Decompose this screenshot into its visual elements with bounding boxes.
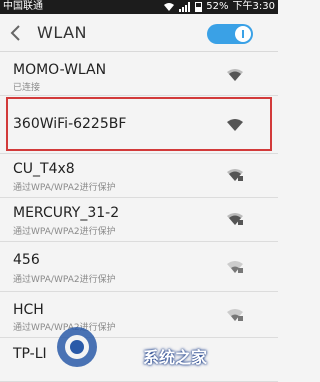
network-name: HCH bbox=[13, 302, 44, 318]
network-status: 通过WPA/WPA2进行保护 bbox=[13, 275, 116, 285]
list-item[interactable]: TP-LI bbox=[0, 338, 278, 382]
network-name: MOMO-WLAN bbox=[13, 62, 107, 78]
network-status: 通过WPA/WPA2进行保护 bbox=[13, 323, 116, 333]
network-name: MERCURY_31-2 bbox=[13, 205, 120, 221]
network-name: 360WiFi-6225BF bbox=[13, 116, 127, 132]
list-item[interactable]: 456 通过WPA/WPA2进行保护 bbox=[0, 242, 278, 292]
list-item[interactable]: HCH 通过WPA/WPA2进行保护 bbox=[0, 292, 278, 338]
network-name: TP-LI bbox=[13, 346, 47, 362]
carrier-label: 中国联通 bbox=[3, 1, 43, 12]
status-wifi-icon bbox=[164, 3, 175, 11]
wifi-lock-icon bbox=[227, 261, 243, 273]
page-title: WLAN bbox=[37, 23, 88, 42]
network-status: 通过WPA/WPA2进行保护 bbox=[13, 183, 116, 193]
list-item[interactable]: 360WiFi-6225BF bbox=[0, 96, 278, 154]
wifi-icon bbox=[227, 69, 243, 81]
wifi-lock-icon bbox=[227, 213, 243, 225]
wifi-icon bbox=[227, 119, 243, 131]
toggle-knob bbox=[235, 26, 251, 42]
status-bar: 中国联通 52% 下午3:30 bbox=[0, 0, 278, 14]
list-item[interactable]: MERCURY_31-2 通过WPA/WPA2进行保护 bbox=[0, 198, 278, 242]
network-status: 通过WPA/WPA2进行保护 bbox=[13, 227, 116, 237]
list-item[interactable]: MOMO-WLAN 已连接 bbox=[0, 52, 278, 96]
back-button[interactable] bbox=[4, 21, 28, 45]
chevron-left-icon bbox=[10, 25, 20, 41]
clock: 下午3:30 bbox=[232, 1, 275, 12]
wifi-lock-icon bbox=[227, 169, 243, 181]
network-name: CU_T4x8 bbox=[13, 161, 75, 177]
wifi-lock-icon bbox=[227, 309, 243, 321]
wlan-toggle[interactable] bbox=[207, 24, 253, 44]
battery-icon bbox=[195, 2, 203, 12]
network-name: 456 bbox=[13, 252, 40, 268]
battery-percent: 52% bbox=[206, 1, 229, 12]
list-item[interactable]: CU_T4x8 通过WPA/WPA2进行保护 bbox=[0, 154, 278, 198]
status-bar-right: 52% 下午3:30 bbox=[163, 0, 275, 14]
network-status: 已连接 bbox=[13, 83, 41, 93]
signal-bars-icon bbox=[179, 2, 191, 12]
header: WLAN bbox=[0, 14, 278, 52]
